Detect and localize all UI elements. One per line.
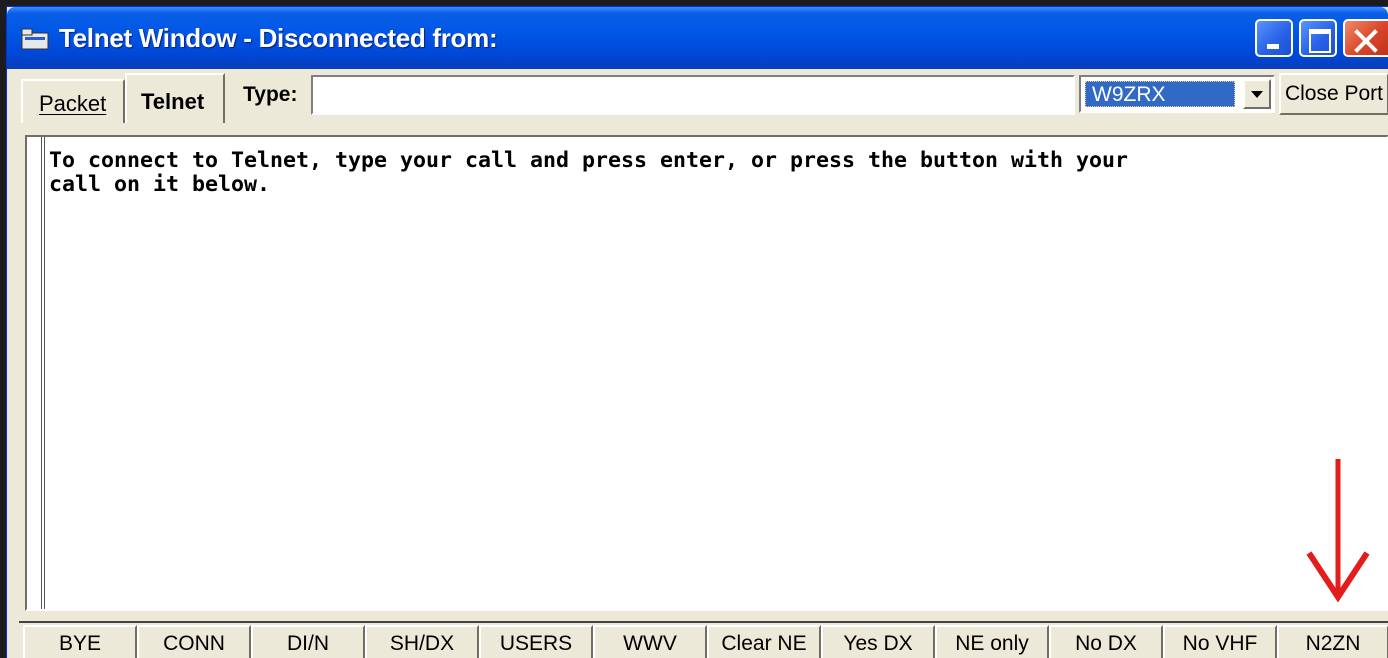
conn-button-label: CONN — [163, 632, 225, 655]
close-icon — [1354, 29, 1378, 53]
output-line: To connect to Telnet, type your call and… — [49, 148, 1129, 173]
window-title: Telnet Window - Disconnected from: — [59, 23, 498, 53]
no-vhf-button[interactable]: No VHF — [1163, 625, 1277, 658]
callsign-connect-button-label: N2ZN — [1305, 632, 1361, 655]
din-button-label: DI/N — [287, 632, 329, 655]
no-dx-button-label: No DX — [1075, 632, 1137, 655]
din-button[interactable]: DI/N — [251, 625, 365, 658]
telnet-output[interactable]: To connect to Telnet, type your call and… — [25, 135, 1388, 611]
telnet-window: Telnet Window - Disconnected from: Packe… — [6, 6, 1388, 658]
function-button-bar: BYE CONN DI/N SH/DX USERS WWV Clear NE Y… — [19, 621, 1388, 658]
bye-button-label: BYE — [58, 632, 102, 655]
callsign-connect-button[interactable]: N2ZN — [1277, 625, 1388, 658]
clear-ne-button-label: Clear NE — [721, 632, 807, 655]
clear-ne-button[interactable]: Clear NE — [707, 625, 821, 658]
wwv-button-label: WWV — [623, 632, 677, 655]
tab-packet-label: Packet — [39, 91, 107, 116]
no-dx-button[interactable]: No DX — [1049, 625, 1163, 658]
tab-telnet-label: Telnet — [141, 89, 205, 114]
output-text: To connect to Telnet, type your call and… — [49, 149, 1381, 197]
users-button[interactable]: USERS — [479, 625, 593, 658]
output-line: call on it below. — [49, 172, 271, 197]
close-port-button[interactable]: Close Port — [1279, 73, 1388, 115]
close-button[interactable] — [1343, 19, 1388, 57]
maximize-button[interactable] — [1299, 19, 1337, 57]
bye-button[interactable]: BYE — [23, 625, 137, 658]
output-margin — [27, 137, 45, 609]
yes-dx-button[interactable]: Yes DX — [821, 625, 935, 658]
conn-button[interactable]: CONN — [137, 625, 251, 658]
shdx-button-label: SH/DX — [389, 632, 455, 655]
users-button-label: USERS — [499, 632, 573, 655]
ne-only-button[interactable]: NE only — [935, 625, 1049, 658]
type-label: Type: — [243, 83, 298, 106]
yes-dx-button-label: Yes DX — [843, 632, 913, 655]
callsign-select[interactable]: W9ZRX — [1079, 75, 1275, 113]
shdx-button[interactable]: SH/DX — [365, 625, 479, 658]
dropdown-arrow-icon[interactable] — [1243, 79, 1271, 109]
minimize-button[interactable] — [1255, 19, 1293, 57]
tab-packet[interactable]: Packet — [21, 79, 125, 123]
ne-only-button-label: NE only — [955, 632, 1029, 655]
red-arrow-down-icon — [1306, 459, 1370, 603]
no-vhf-button-label: No VHF — [1182, 632, 1258, 655]
type-input[interactable] — [311, 75, 1075, 115]
callsign-select-value: W9ZRX — [1085, 81, 1235, 107]
wwv-button[interactable]: WWV — [593, 625, 707, 658]
title-bar[interactable]: Telnet Window - Disconnected from: — [7, 7, 1388, 69]
window-app-icon — [21, 28, 49, 50]
tab-telnet[interactable]: Telnet — [125, 73, 225, 123]
toolbar: Packet Telnet Type: W9ZRX Close Port — [7, 69, 1388, 123]
